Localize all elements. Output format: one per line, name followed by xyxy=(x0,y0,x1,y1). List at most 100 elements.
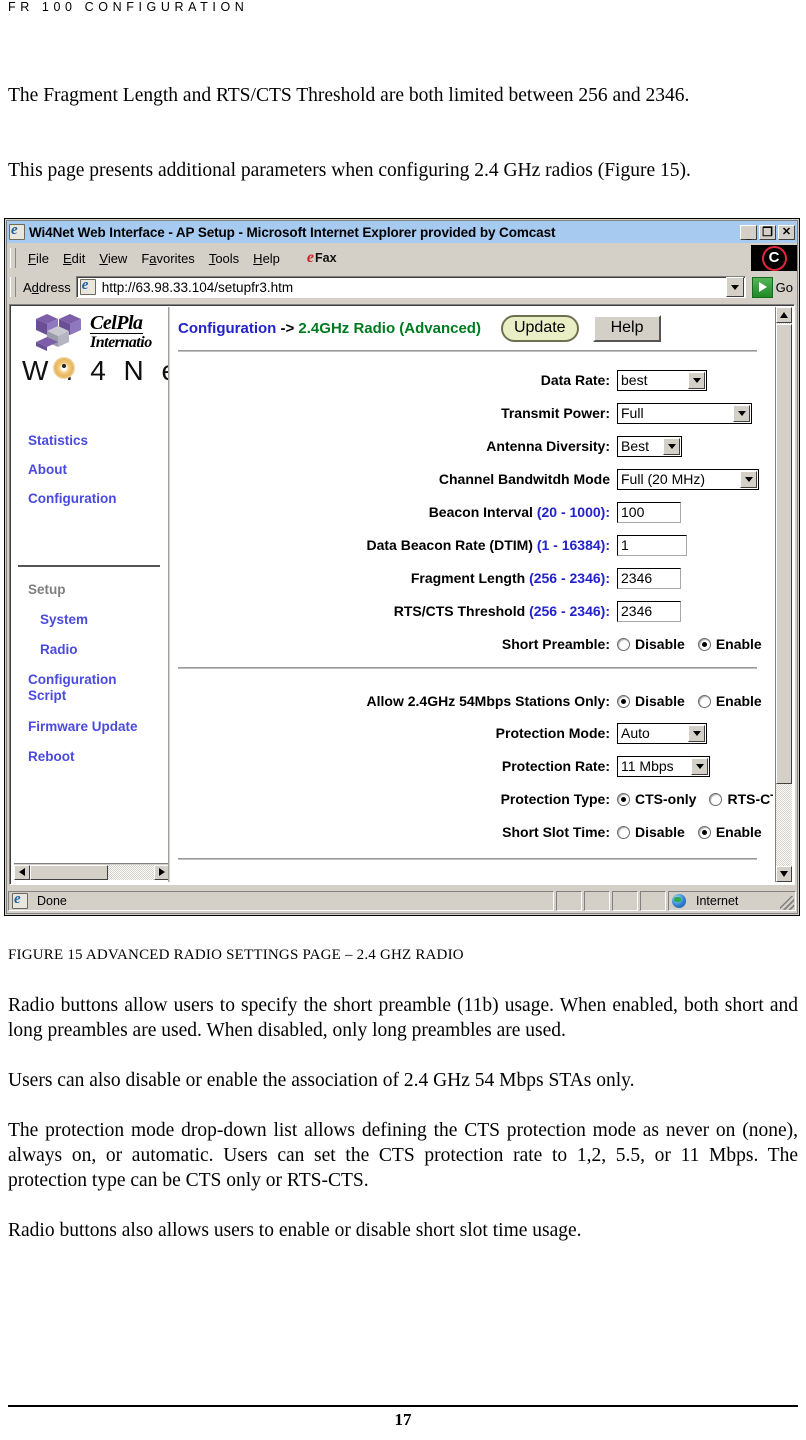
select-data-rate-arrow[interactable] xyxy=(688,371,705,389)
select-protection-rate-value: 11 Mbps xyxy=(621,758,674,774)
efax-toolbar-button[interactable]: e Fax xyxy=(300,248,343,268)
title-bar: Wi4Net Web Interface - AP Setup - Micros… xyxy=(7,221,797,243)
input-beacon-interval[interactable]: 100 xyxy=(617,501,681,523)
select-channel-bandwidth-mode[interactable]: Full (20 MHz) xyxy=(617,468,759,490)
menu-item-help[interactable]: Help xyxy=(246,249,287,268)
sidebar-item-configuration[interactable]: Configuration xyxy=(28,491,168,506)
nav-frame-horizontal-scrollbar[interactable] xyxy=(14,863,168,880)
label-allow-54mbps: Allow 2.4GHz 54Mbps Stations Only: xyxy=(366,693,610,709)
scroll-down-button[interactable] xyxy=(776,866,792,882)
address-drag-handle[interactable] xyxy=(10,277,16,297)
menu-item-favorites[interactable]: Favorites xyxy=(134,249,201,268)
radio-allow-54mbps-disable[interactable] xyxy=(617,694,630,708)
go-arrow-icon xyxy=(751,276,773,298)
product-wordmark-text: W i 4 N e xyxy=(22,355,168,386)
celplan-cubes-icon xyxy=(32,311,86,353)
select-protection-rate-arrow[interactable] xyxy=(691,757,708,775)
resize-grip[interactable] xyxy=(780,896,794,910)
go-button[interactable]: Go xyxy=(751,276,793,298)
radio-short-preamble-disable[interactable] xyxy=(617,637,630,651)
radio-group-short-preamble: Disable Enable xyxy=(617,636,773,652)
hscroll-thumb[interactable] xyxy=(30,864,108,880)
menu-favorites-label-rest: vorites xyxy=(156,250,195,266)
company-name-line2: Internatio xyxy=(90,334,152,351)
select-transmit-power-arrow[interactable] xyxy=(733,404,750,422)
comcast-brand-logo xyxy=(751,245,797,271)
select-transmit-power[interactable]: Full xyxy=(617,402,752,424)
select-antenna-diversity-arrow[interactable] xyxy=(663,437,680,455)
menu-item-tools[interactable]: Tools xyxy=(202,249,246,268)
status-message: Done xyxy=(37,894,67,908)
radio-protection-type-rts-cts-label: RTS-CTS xyxy=(727,791,773,807)
radio-option-allow-54mbps-enable[interactable]: Enable xyxy=(697,693,762,709)
input-rts-cts-threshold[interactable]: 2346 xyxy=(617,600,681,622)
label-fragment-length-range: (256 - 2346): xyxy=(529,570,610,586)
status-panel-3 xyxy=(612,891,638,911)
menu-item-edit[interactable]: Edit xyxy=(56,249,92,268)
input-dtim[interactable]: 1 xyxy=(617,534,687,556)
menu-item-file[interactable]: File xyxy=(21,249,56,268)
select-protection-rate[interactable]: 11 Mbps xyxy=(617,755,710,777)
input-fragment-length[interactable]: 2346 xyxy=(617,567,681,589)
radio-allow-54mbps-enable[interactable] xyxy=(697,694,711,708)
radio-option-protection-type-rts-cts[interactable]: RTS-CTS xyxy=(709,791,773,807)
nav-frame: CelPla Internatio W i 4 N e Statistics A… xyxy=(12,307,168,882)
close-icon: ✕ xyxy=(781,225,792,238)
footer-divider xyxy=(8,1405,798,1407)
breadcrumb-root[interactable]: Configuration xyxy=(178,320,276,337)
radio-option-short-preamble-disable[interactable]: Disable xyxy=(617,636,685,652)
scroll-up-button[interactable] xyxy=(776,307,792,323)
breadcrumb-current-page: 2.4GHz Radio (Advanced) xyxy=(298,320,481,337)
field-row-dtim: Data Beacon Rate (DTIM) (1 - 16384): 1 xyxy=(172,534,761,556)
field-row-short-preamble: Short Preamble: Disable Enable xyxy=(172,633,762,655)
select-antenna-diversity[interactable]: Best xyxy=(617,435,682,457)
radio-option-short-preamble-enable[interactable]: Enable xyxy=(697,636,762,652)
radio-option-allow-54mbps-disable[interactable]: Disable xyxy=(617,693,685,709)
field-row-rts-cts-threshold: RTS/CTS Threshold (256 - 2346): 2346 xyxy=(172,600,761,622)
radio-option-short-slot-time-disable[interactable]: Disable xyxy=(617,824,685,840)
select-data-rate[interactable]: best xyxy=(617,369,707,391)
sidebar-item-configuration-script[interactable]: Configuration Script xyxy=(28,672,156,704)
paragraph-body-4: Users can also disable or enable the ass… xyxy=(8,1070,635,1091)
address-input[interactable]: http://63.98.33.104/setupfr3.htm xyxy=(75,276,746,298)
help-button[interactable]: Help xyxy=(592,315,662,342)
select-data-rate-value: best xyxy=(621,372,648,388)
radio-short-slot-time-disable[interactable] xyxy=(617,825,630,839)
update-button[interactable]: Update xyxy=(500,315,579,342)
scroll-left-button[interactable] xyxy=(14,864,30,880)
vscroll-thumb[interactable] xyxy=(776,324,792,784)
select-protection-mode[interactable]: Auto xyxy=(617,722,707,744)
label-beacon-interval-text: Beacon Interval xyxy=(428,504,537,520)
radio-option-protection-type-cts-only[interactable]: CTS-only xyxy=(617,791,696,807)
radio-short-preamble-enable[interactable] xyxy=(697,637,711,651)
maximize-button[interactable]: ❐ xyxy=(759,224,776,240)
sidebar-item-system[interactable]: System xyxy=(40,612,168,627)
radio-protection-type-rts-cts[interactable] xyxy=(709,792,723,806)
sidebar-item-radio[interactable]: Radio xyxy=(40,642,168,657)
go-label: Go xyxy=(775,279,793,295)
scroll-right-button[interactable] xyxy=(154,864,168,880)
control-transmit-power: Full xyxy=(617,402,752,424)
nav-primary-list: Statistics About Configuration xyxy=(28,433,168,520)
sidebar-item-reboot[interactable]: Reboot xyxy=(28,749,168,764)
hscroll-track[interactable] xyxy=(30,864,154,880)
section-rule xyxy=(178,667,757,669)
menu-item-view[interactable]: View xyxy=(92,249,134,268)
address-dropdown-button[interactable] xyxy=(725,277,744,297)
status-panel-4 xyxy=(640,891,666,911)
menu-drag-handle[interactable] xyxy=(10,248,16,268)
radio-short-slot-time-enable[interactable] xyxy=(697,825,711,839)
control-beacon-interval: 100 xyxy=(617,501,681,523)
sidebar-item-firmware-update[interactable]: Firmware Update xyxy=(28,719,168,734)
chevron-down-icon xyxy=(744,476,753,482)
config-frame-vertical-scrollbar[interactable] xyxy=(775,307,792,882)
minimize-button[interactable]: _ xyxy=(740,224,757,240)
close-button[interactable]: ✕ xyxy=(778,224,795,240)
select-channel-bandwidth-mode-arrow[interactable] xyxy=(740,470,757,488)
frame-divider[interactable] xyxy=(168,307,170,882)
select-protection-mode-arrow[interactable] xyxy=(688,724,705,742)
sidebar-item-statistics[interactable]: Statistics xyxy=(28,433,168,448)
radio-option-short-slot-time-enable[interactable]: Enable xyxy=(697,824,762,840)
radio-protection-type-cts-only[interactable] xyxy=(617,792,630,806)
sidebar-item-about[interactable]: About xyxy=(28,462,168,477)
